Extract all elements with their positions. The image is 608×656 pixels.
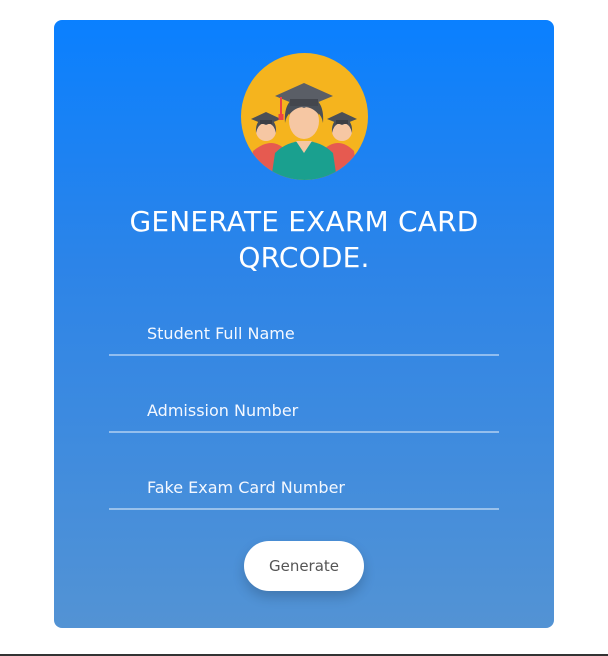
- title-line-2: QRCODE.: [238, 241, 370, 274]
- admission-number-input[interactable]: [109, 389, 499, 431]
- student-name-input[interactable]: [109, 312, 499, 354]
- form-card: GENERATE EXARM CARD QRCODE. Generate: [54, 20, 554, 628]
- generate-button[interactable]: Generate: [244, 541, 364, 591]
- page-title: GENERATE EXARM CARD QRCODE.: [84, 204, 524, 276]
- exam-card-number-field: [109, 466, 499, 510]
- student-name-field: [109, 312, 499, 356]
- graduates-avatar-icon: [241, 53, 368, 180]
- page: GENERATE EXARM CARD QRCODE. Generate: [0, 0, 608, 656]
- admission-number-field: [109, 389, 499, 433]
- title-line-1: GENERATE EXARM CARD: [129, 205, 479, 238]
- exam-card-number-input[interactable]: [109, 466, 499, 508]
